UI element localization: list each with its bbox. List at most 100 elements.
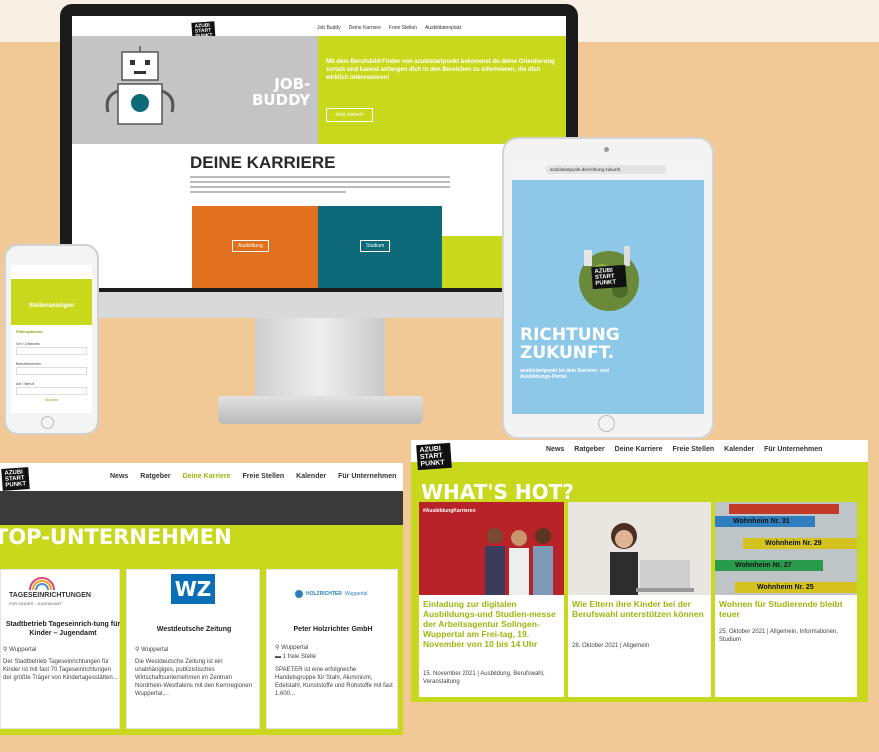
- company-card[interactable]: HOLZRICHTER Wuppertal Peter Holzrichter …: [266, 569, 398, 729]
- article-card[interactable]: Wie Eltern ihre Kinder bei der Berufswah…: [568, 502, 711, 697]
- tu-logo[interactable]: AZUBI START PUNKT: [1, 467, 30, 491]
- imac-nav-item[interactable]: Deine Karriere: [349, 25, 381, 31]
- company-name[interactable]: Stadtbetrieb Tageseinrich-tung für Kinde…: [5, 620, 121, 638]
- tu-nav-item[interactable]: Für Unternehmen: [338, 473, 396, 480]
- phone-field-label: Berufsbereich: [16, 361, 41, 366]
- holzrichter-logo-text: HOLZRICHTER: [306, 591, 342, 597]
- wh-nav-item[interactable]: Ratgeber: [574, 446, 604, 453]
- briefcase-icon: ▬: [275, 654, 281, 660]
- hero-title: JOB- BUDDY: [252, 76, 310, 108]
- article-title[interactable]: Wie Eltern ihre Kinder bei der Berufswah…: [572, 599, 710, 619]
- company-place-text: Wuppertal: [9, 647, 37, 653]
- company-jobs-text: 1 freie Stelle: [282, 654, 317, 660]
- tu-dark-band: [0, 491, 403, 525]
- tu-nav-item[interactable]: Freie Stellen: [243, 473, 285, 480]
- phone-header: Stellenanzeigen: [11, 279, 92, 325]
- phone-home-button[interactable]: [41, 416, 54, 429]
- hero-title-line: JOB-: [274, 75, 311, 93]
- studium-tile[interactable]: Studium: [318, 206, 442, 288]
- holzrichter-logo: HOLZRICHTER Wuppertal: [295, 590, 368, 598]
- tablet-subline: azubistartpunkt ist dein Karriere- und A…: [520, 368, 609, 380]
- tablet-camera: [604, 147, 609, 152]
- studium-button[interactable]: Studium: [360, 240, 391, 252]
- company-jobs: ▬ 1 freie Stelle: [275, 653, 316, 661]
- article-title-text[interactable]: Einladung zur digitalen Ausbildungs-und …: [423, 599, 556, 649]
- company-name[interactable]: Westdeutsche Zeitung: [127, 626, 261, 633]
- tablet-headline-line: ZUKUNFT.: [520, 343, 615, 363]
- imac-nav: Job Buddy Deine Karriere Freie Stellen A…: [317, 25, 462, 31]
- karriere-text: [190, 176, 450, 193]
- company-card[interactable]: WZ Westdeutsche Zeitung ⚲ Wuppertal Die …: [126, 569, 260, 729]
- woman-laptop-illustration: [610, 523, 694, 595]
- company-place: ⚲ Wuppertal: [3, 646, 36, 654]
- wohnheim-sign: Wohnheim Nr. 29: [743, 538, 857, 549]
- tablet-home-button[interactable]: [598, 415, 615, 432]
- company-text: Der Stadtbetrieb Tageseinrichtungen für …: [3, 659, 118, 681]
- imac-stand: [255, 318, 385, 398]
- robot-illustration: [105, 46, 175, 125]
- wohnheim-sign: Wohnheim Nr. 25: [735, 582, 857, 593]
- wz-logo: WZ: [171, 574, 215, 604]
- phone-field[interactable]: [16, 367, 87, 375]
- wh-nav-item[interactable]: Freie Stellen: [673, 446, 715, 453]
- imac-nav-item[interactable]: Ausbildatenplatz: [425, 25, 462, 31]
- phone-field-label: Art / Beruf: [16, 381, 35, 386]
- article-image: #AusbildungKarrieren: [419, 502, 564, 595]
- article-meta: 15. November 2021 | Ausbildung, Berufswa…: [423, 671, 545, 685]
- location-pin-icon: ⚲: [135, 647, 140, 653]
- wh-logo[interactable]: AZUBI START PUNKT: [416, 442, 452, 471]
- phone-field[interactable]: [16, 347, 87, 355]
- hero-right: Mit dem Berufsbild-Finder von azubistart…: [318, 36, 566, 144]
- hero-text: Mit dem Berufsbild-Finder von azubistart…: [326, 59, 555, 81]
- tu-title: TOP-UNTERNEHMEN: [0, 525, 232, 549]
- company-name[interactable]: Peter Holzrichter GmbH: [267, 626, 399, 633]
- imac-nav-item[interactable]: Freie Stellen: [389, 25, 417, 31]
- hero-start-button[interactable]: Jetzt starten!: [326, 108, 373, 122]
- wohnheim-sign: [729, 504, 839, 514]
- top-unternehmen-panel: AZUBI START PUNKT News Ratgeber Deine Karr…: [0, 463, 403, 735]
- imac-screen: AZUBISTARTPUNKT Job Buddy Deine Karriere…: [72, 16, 566, 288]
- article-title[interactable]: Wohnen für Studierende bleibt teuer: [719, 599, 855, 619]
- article-card[interactable]: Wohnheim Nr. 31 Wohnheim Nr. 29 Wohnheim…: [715, 502, 857, 697]
- article-image: [568, 502, 711, 595]
- company-place-text: Wuppertal: [141, 647, 169, 653]
- article-title-text[interactable]: Wie Eltern ihre Kinder bei der Berufswah…: [572, 599, 704, 619]
- article-title-text[interactable]: Wohnen für Studierende bleibt teuer: [719, 599, 843, 619]
- hero-title-line: BUDDY: [252, 91, 311, 109]
- wh-nav-item[interactable]: News: [546, 446, 564, 453]
- rainbow-logo-icon: [29, 577, 55, 590]
- company-text: Die Westdeutsche Zeitung ist ein unabhän…: [135, 659, 252, 697]
- phone-field[interactable]: [16, 387, 87, 395]
- company-card[interactable]: TAGESEINRICHTUNGEN FÜR KINDER - JUGENDAM…: [0, 569, 120, 729]
- wh-nav-item[interactable]: Kalender: [724, 446, 754, 453]
- tu-nav-item[interactable]: Kalender: [296, 473, 326, 480]
- phone-filters: Ort / Umkreis Berufsbereich Art / Beruf: [16, 341, 87, 401]
- phone-field-label: Ort / Umkreis: [16, 341, 40, 346]
- tablet-url-field[interactable]: azubistartpunkt.de/richtung-zukunft: [546, 165, 666, 174]
- wh-nav-item[interactable]: Deine Karriere: [615, 446, 663, 453]
- wohnheim-sign: Wohnheim Nr. 31: [715, 516, 815, 527]
- phone-screen: Stellenanzeigen Filteroptionen Ort / Umk…: [11, 265, 92, 413]
- phone-title: Stellenanzeigen: [28, 303, 75, 309]
- wh-nav-item[interactable]: Für Unternehmen: [764, 446, 822, 453]
- article-meta: 28. Oktober 2021 | Allgemein: [572, 643, 650, 649]
- wohnheim-sign: Wohnheim Nr. 27: [715, 560, 823, 571]
- tu-nav-item[interactable]: Ratgeber: [140, 473, 170, 480]
- article-meta: 25. Oktober 2021 | Allgemein, Informatio…: [719, 629, 838, 643]
- tablet-headline: RICHTUNG ZUKUNFT.: [520, 326, 620, 362]
- tu-nav-item[interactable]: News: [110, 473, 128, 480]
- tu-nav-item-active[interactable]: Deine Karriere: [183, 473, 231, 480]
- article-card[interactable]: #AusbildungKarrieren Einladung zur digit…: [419, 502, 564, 697]
- tu-navbar: AZUBI START PUNKT News Ratgeber Deine Karr…: [0, 463, 403, 491]
- location-pin-icon: ⚲: [275, 645, 280, 651]
- ausbildung-button[interactable]: Ausbildung: [232, 240, 269, 252]
- phone-filter-label[interactable]: Filteroptionen: [16, 329, 43, 334]
- company-logo-sub: FÜR KINDER - JUGENDAMT: [9, 601, 62, 606]
- company-place-text: Wuppertal: [281, 645, 309, 651]
- imac-nav-item[interactable]: Job Buddy: [317, 25, 341, 31]
- phone-search-button[interactable]: Suchen: [11, 397, 92, 402]
- company-place: ⚲ Wuppertal: [135, 646, 168, 654]
- ausbildung-tile[interactable]: Ausbildung: [192, 206, 318, 288]
- tablet-headline-line: RICHTUNG: [520, 325, 620, 345]
- article-title[interactable]: Einladung zur digitalen Ausbildungs-und …: [423, 599, 563, 649]
